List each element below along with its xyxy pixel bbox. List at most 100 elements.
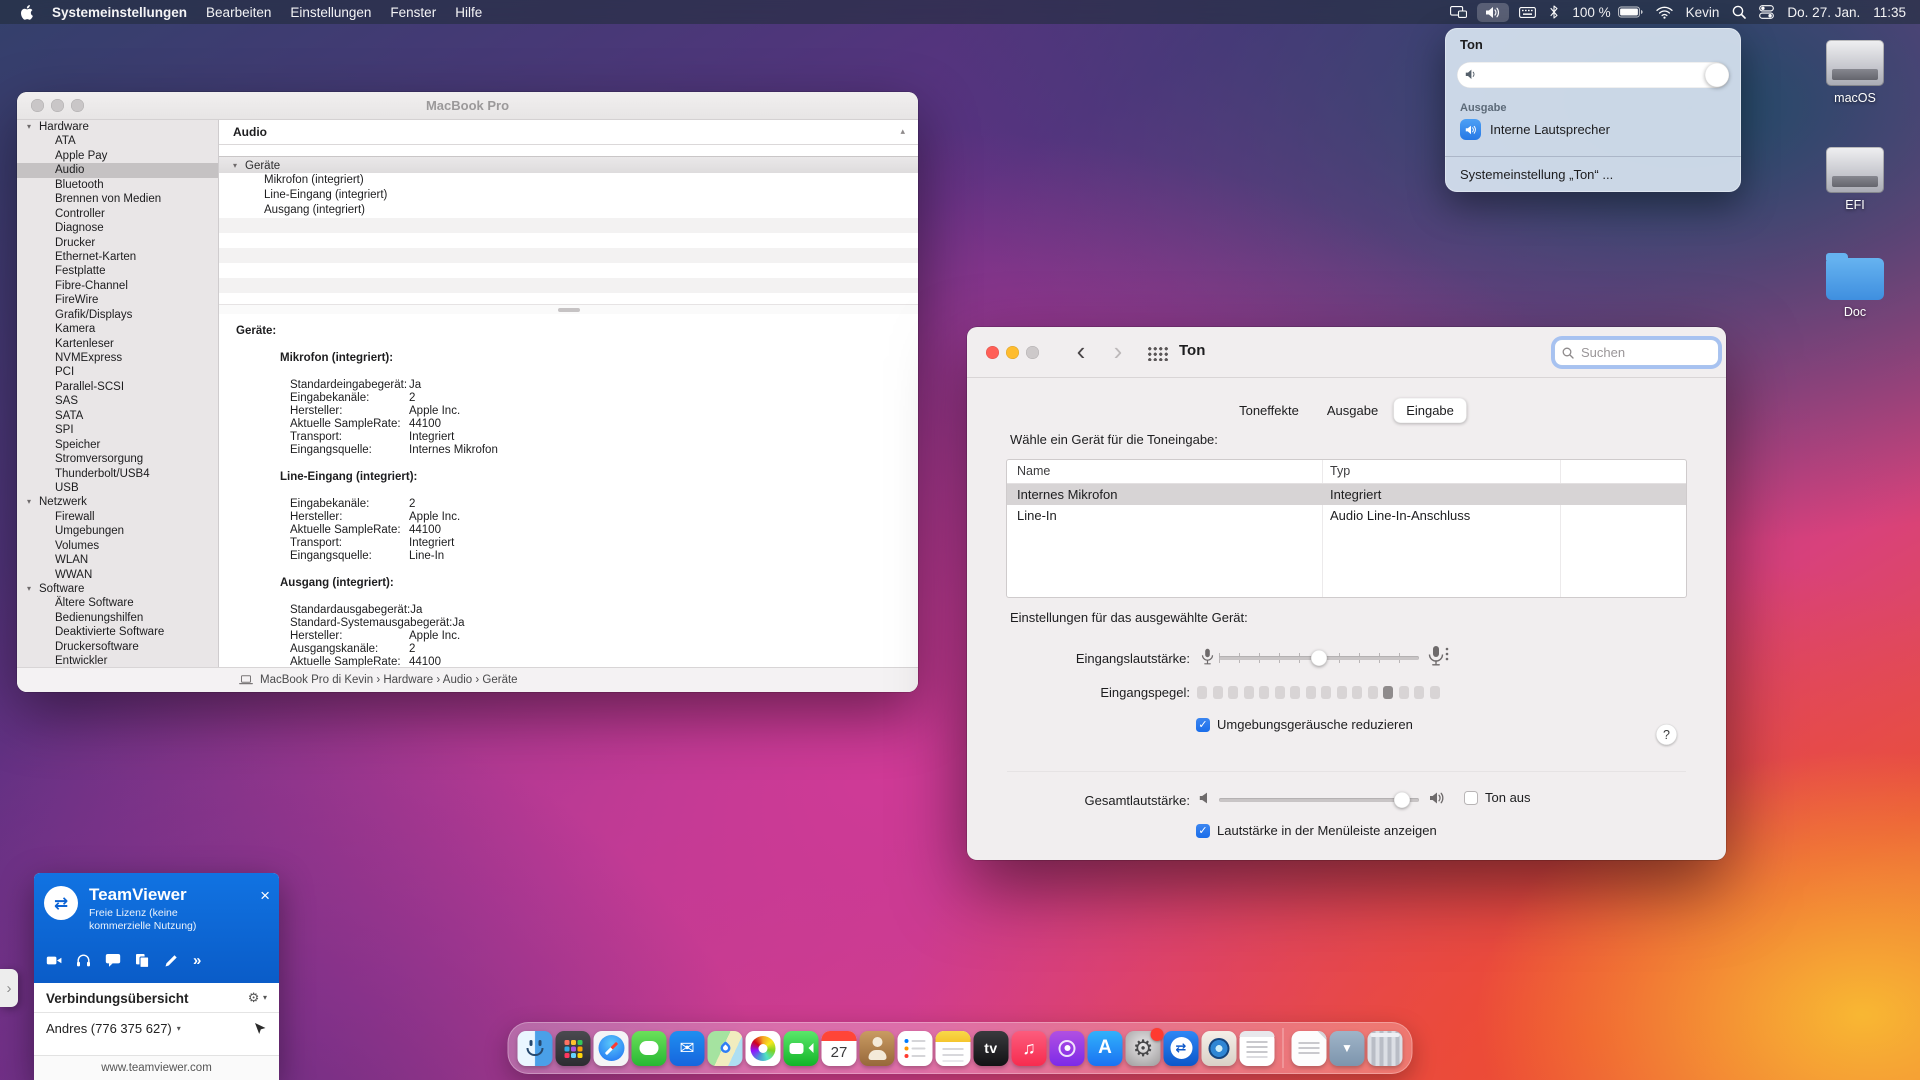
sidebar-item-bedienungshilfen[interactable]: Bedienungshilfen — [17, 611, 218, 625]
output-volume-knob[interactable] — [1394, 792, 1410, 808]
menubar-volume-checkbox[interactable] — [1196, 824, 1210, 838]
sidebar-item-umgebungen[interactable]: Umgebungen — [17, 524, 218, 538]
sidebar-item-druckersoftware[interactable]: Druckersoftware — [17, 640, 218, 654]
dock-item-contacts[interactable] — [860, 1031, 895, 1066]
screen-mirroring-icon[interactable] — [1450, 6, 1467, 18]
battery-icon[interactable] — [1618, 6, 1643, 18]
gear-icon[interactable]: ⚙ ▾ — [248, 990, 267, 1006]
control-center-icon[interactable] — [1759, 5, 1774, 19]
connection-item[interactable]: Andres (776 375 627) ▾ — [34, 1013, 279, 1044]
sidebar-item-festplatte[interactable]: Festplatte — [17, 264, 218, 278]
sidebar-item-pci[interactable]: PCI — [17, 365, 218, 379]
device-tree-row[interactable]: Mikrofon (integriert) — [219, 173, 918, 188]
menu-date[interactable]: Do. 27. Jan. — [1787, 5, 1860, 20]
annotate-pen-icon[interactable] — [164, 953, 179, 968]
wifi-icon[interactable] — [1656, 6, 1673, 19]
sidebar-item-brennen-von-medien[interactable]: Brennen von Medien — [17, 192, 218, 206]
output-device-row[interactable]: Interne Lautsprecher — [1460, 119, 1610, 140]
column-header-typ[interactable]: Typ — [1330, 464, 1350, 478]
column-header-name[interactable]: Name — [1017, 464, 1050, 478]
sidebar-item-thunderbolt-usb4[interactable]: Thunderbolt/USB4 — [17, 467, 218, 481]
output-volume-slider[interactable] — [1219, 792, 1419, 808]
device-tree-row[interactable]: Line-Eingang (integriert) — [219, 188, 918, 203]
sidebar-item-fibre-channel[interactable]: Fibre-Channel — [17, 279, 218, 293]
sidebar-item-bluetooth[interactable]: Bluetooth — [17, 178, 218, 192]
sidebar-item-controller[interactable]: Controller — [17, 207, 218, 221]
input-volume-slider[interactable] — [1219, 650, 1419, 666]
sidebar-section-hardware[interactable]: ▾Hardware — [17, 120, 218, 134]
sidebar-item-wlan[interactable]: WLAN — [17, 553, 218, 567]
sidebar-item-firewire[interactable]: FireWire — [17, 293, 218, 307]
table-row[interactable]: Internes MikrofonIntegriert — [1007, 484, 1686, 505]
sidebar-item-ethernet-karten[interactable]: Ethernet-Karten — [17, 250, 218, 264]
dock-item-finder[interactable] — [518, 1031, 553, 1066]
dock-item-app-store[interactable] — [1088, 1031, 1123, 1066]
dock-item-calendar[interactable]: 27 — [822, 1031, 857, 1066]
dock-item-textedit[interactable] — [1240, 1031, 1275, 1066]
sidebar-item-ältere-software[interactable]: Ältere Software — [17, 596, 218, 610]
volume-slider-knob[interactable] — [1705, 63, 1729, 87]
apple-menu-icon[interactable] — [20, 5, 33, 20]
teamviewer-edge-tab[interactable]: › — [0, 969, 18, 1007]
bluetooth-icon[interactable] — [1549, 5, 1559, 19]
show-all-grid-icon[interactable] — [1147, 346, 1168, 361]
sidebar-item-parallel-scsi[interactable]: Parallel-SCSI — [17, 380, 218, 394]
sidebar-item-sata[interactable]: SATA — [17, 409, 218, 423]
sidebar-item-volumes[interactable]: Volumes — [17, 539, 218, 553]
dock-item-reminders[interactable] — [898, 1031, 933, 1066]
input-volume-knob[interactable] — [1311, 650, 1327, 666]
sidebar-item-kamera[interactable]: Kamera — [17, 322, 218, 336]
sidebar-item-usb[interactable]: USB — [17, 481, 218, 495]
sidebar-item-speicher[interactable]: Speicher — [17, 438, 218, 452]
menu-fenster[interactable]: Fenster — [390, 5, 436, 20]
dock-item-trash[interactable] — [1368, 1031, 1403, 1066]
back-button[interactable]: ‹ — [1068, 335, 1094, 367]
sidebar-item-firewall[interactable]: Firewall — [17, 510, 218, 524]
window-titlebar[interactable]: MacBook Pro — [17, 92, 918, 120]
desktop-icon-doc[interactable]: Doc — [1826, 254, 1884, 319]
sidebar-item-spi[interactable]: SPI — [17, 423, 218, 437]
sound-settings-link[interactable]: Systemeinstellung „Ton“ ... — [1460, 167, 1613, 182]
sidebar-item-audio[interactable]: Audio — [17, 163, 218, 177]
dock-item-system-preferences[interactable] — [1126, 1031, 1161, 1066]
table-row[interactable]: Line-InAudio Line-In-Anschluss — [1007, 505, 1686, 526]
spotlight-icon[interactable] — [1732, 5, 1746, 19]
sidebar-item-wwan[interactable]: WWAN — [17, 568, 218, 582]
splitter-grip[interactable] — [558, 308, 580, 312]
menu-bearbeiten[interactable]: Bearbeiten — [206, 5, 271, 20]
copy-files-icon[interactable] — [135, 953, 150, 968]
sidebar-item-drucker[interactable]: Drucker — [17, 236, 218, 250]
mute-checkbox[interactable] — [1464, 791, 1478, 805]
sidebar-item-kartenleser[interactable]: Kartenleser — [17, 337, 218, 351]
close-button[interactable] — [986, 346, 999, 359]
ambient-noise-checkbox[interactable] — [1196, 718, 1210, 732]
menu-systemeinstellungen[interactable]: Systemeinstellungen — [52, 5, 187, 20]
dock-item-music[interactable] — [1012, 1031, 1047, 1066]
tab-toneffekte[interactable]: Toneffekte — [1226, 398, 1312, 423]
sidebar-item-deaktivierte-software[interactable]: Deaktivierte Software — [17, 625, 218, 639]
user-menu[interactable]: Kevin — [1686, 5, 1720, 20]
sidebar-item-diagnose[interactable]: Diagnose — [17, 221, 218, 235]
sidebar-item-apple-pay[interactable]: Apple Pay — [17, 149, 218, 163]
volume-slider[interactable] — [1457, 62, 1729, 88]
dock-item-notes[interactable] — [936, 1031, 971, 1066]
close-icon[interactable]: × — [260, 887, 270, 904]
sidebar-item-stromversorgung[interactable]: Stromversorgung — [17, 452, 218, 466]
sidebar-section-software[interactable]: ▾Software — [17, 582, 218, 596]
minimize-button[interactable] — [1006, 346, 1019, 359]
dock-item-facetime[interactable] — [784, 1031, 819, 1066]
keyboard-icon[interactable] — [1519, 7, 1536, 18]
window-titlebar[interactable]: ‹ › Ton — [967, 327, 1726, 378]
dock-item-mail[interactable] — [670, 1031, 705, 1066]
headset-icon[interactable] — [76, 953, 91, 968]
dock-item-launchpad[interactable] — [556, 1031, 591, 1066]
sidebar-item-nvmexpress[interactable]: NVMExpress — [17, 351, 218, 365]
dock-item-safari[interactable] — [594, 1031, 629, 1066]
dock-item-tv[interactable] — [974, 1031, 1009, 1066]
menu-hilfe[interactable]: Hilfe — [455, 5, 482, 20]
teamviewer-website-link[interactable]: www.teamviewer.com — [34, 1055, 279, 1080]
sidebar-item-entwickler[interactable]: Entwickler — [17, 654, 218, 668]
device-tree-row[interactable]: Ausgang (integriert) — [219, 203, 918, 218]
sidebar-item-sas[interactable]: SAS — [17, 394, 218, 408]
sidebar-item-grafik-displays[interactable]: Grafik/Displays — [17, 308, 218, 322]
